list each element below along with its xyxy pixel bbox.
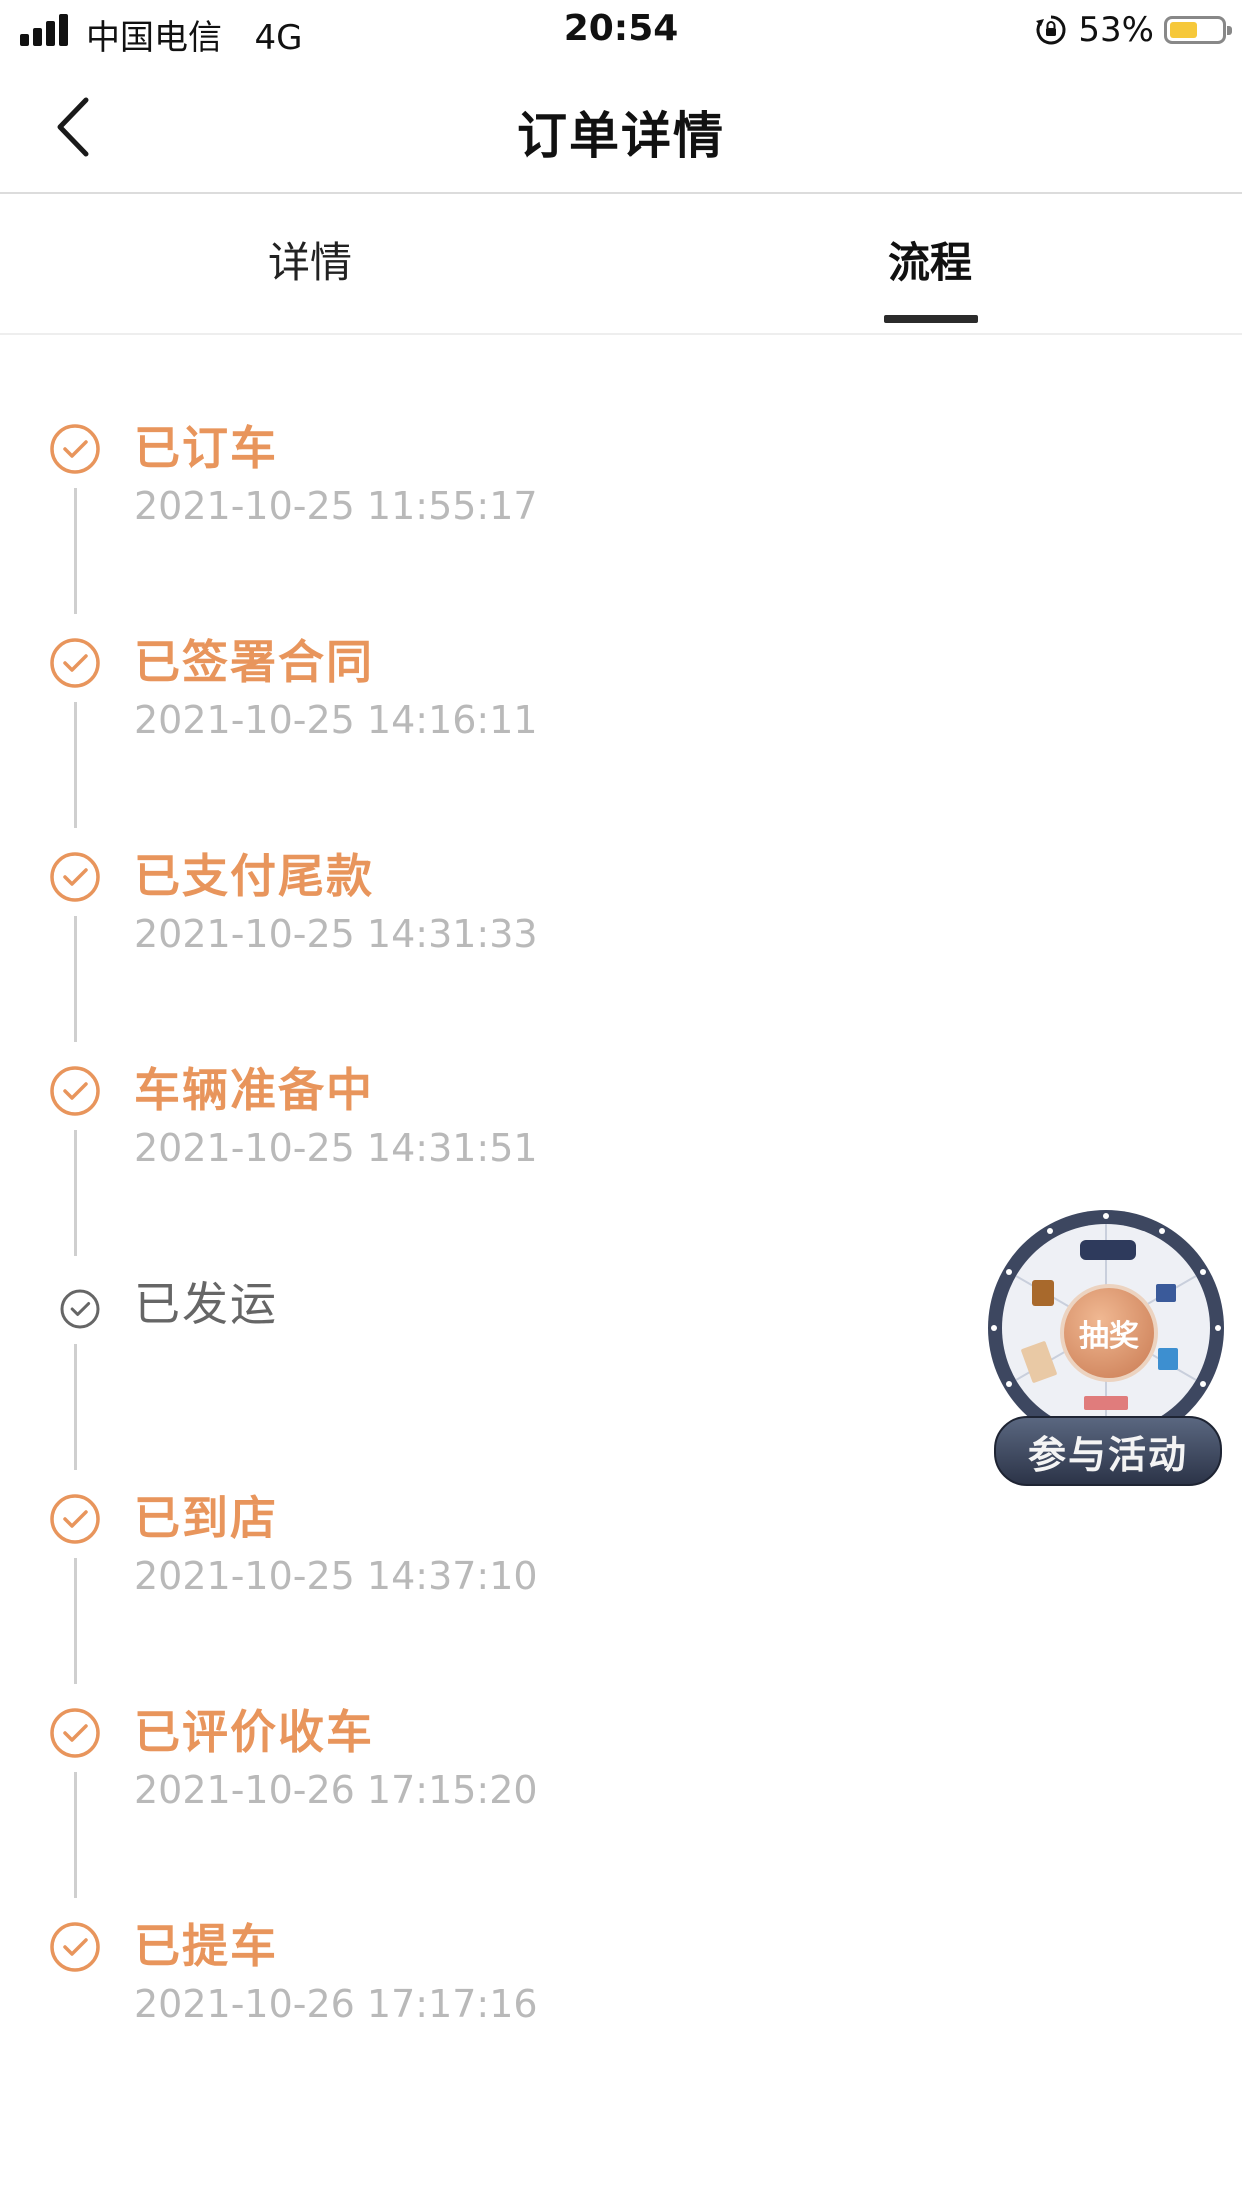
check-circle-icon	[48, 1064, 102, 1118]
battery-percent: 53%	[1078, 10, 1154, 50]
tab-detail[interactable]: 详情	[210, 229, 410, 290]
check-circle-icon	[48, 636, 102, 690]
timeline-step-title: 车辆准备中	[134, 1063, 374, 1117]
timeline-step-time: 2021-10-25 14:31:51	[134, 1126, 538, 1170]
check-circle-icon	[48, 850, 102, 904]
timeline-item: 车辆准备中 2021-10-25 14:31:51	[0, 1042, 1000, 1242]
timeline-step-time: 2021-10-25 11:55:17	[134, 484, 538, 528]
check-circle-icon	[48, 1920, 102, 1974]
status-bar: 中国电信 4G 20:54 53%	[0, 0, 1242, 62]
timeline-step-title: 已订车	[134, 421, 278, 475]
timeline-item: 已到店 2021-10-25 14:37:10	[0, 1470, 1000, 1670]
active-tab-indicator	[884, 315, 978, 323]
rotation-lock-icon	[1034, 13, 1068, 47]
timeline-item: 已订车 2021-10-25 11:55:17	[0, 400, 1000, 600]
check-circle-icon	[48, 422, 102, 476]
tab-bar: 详情 流程	[0, 193, 1242, 335]
status-right: 53%	[1034, 10, 1232, 50]
join-activity-button[interactable]: 参与活动	[994, 1416, 1222, 1486]
battery-fill	[1170, 22, 1197, 38]
timeline-step-time: 2021-10-25 14:37:10	[134, 1554, 538, 1598]
timeline-step-title: 已签署合同	[134, 635, 374, 689]
timeline-step-title: 已评价收车	[134, 1705, 374, 1759]
timeline-item: 已发运	[0, 1256, 1000, 1456]
timeline-step-time: 2021-10-25 14:31:33	[134, 912, 538, 956]
check-circle-icon	[48, 1492, 102, 1546]
timeline-item: 已评价收车 2021-10-26 17:15:20	[0, 1684, 1000, 1884]
navigation-bar: 订单详情	[0, 62, 1242, 194]
lottery-widget[interactable]: 抽奖 参与活动	[986, 1208, 1226, 1488]
timeline-step-time: 2021-10-25 14:16:11	[134, 698, 538, 742]
timeline-step-title: 已到店	[134, 1491, 278, 1545]
page-title: 订单详情	[517, 107, 725, 165]
timeline-item: 已提车 2021-10-26 17:17:16	[0, 1898, 1000, 2098]
timeline-step-title: 已支付尾款	[134, 849, 374, 903]
battery-icon	[1164, 16, 1232, 44]
check-circle-pending-icon	[53, 1282, 107, 1336]
tab-flow[interactable]: 流程	[830, 229, 1030, 290]
timeline-step-title: 已发运	[134, 1277, 278, 1331]
timeline-step-time: 2021-10-26 17:15:20	[134, 1768, 538, 1812]
timeline-step-time: 2021-10-26 17:17:16	[134, 1982, 538, 2026]
timeline-item: 已签署合同 2021-10-25 14:16:11	[0, 614, 1000, 814]
timeline-step-title: 已提车	[134, 1919, 278, 1973]
timeline-item: 已支付尾款 2021-10-25 14:31:33	[0, 828, 1000, 1028]
lottery-center-label: 抽奖	[1060, 1284, 1158, 1382]
check-circle-icon	[48, 1706, 102, 1760]
